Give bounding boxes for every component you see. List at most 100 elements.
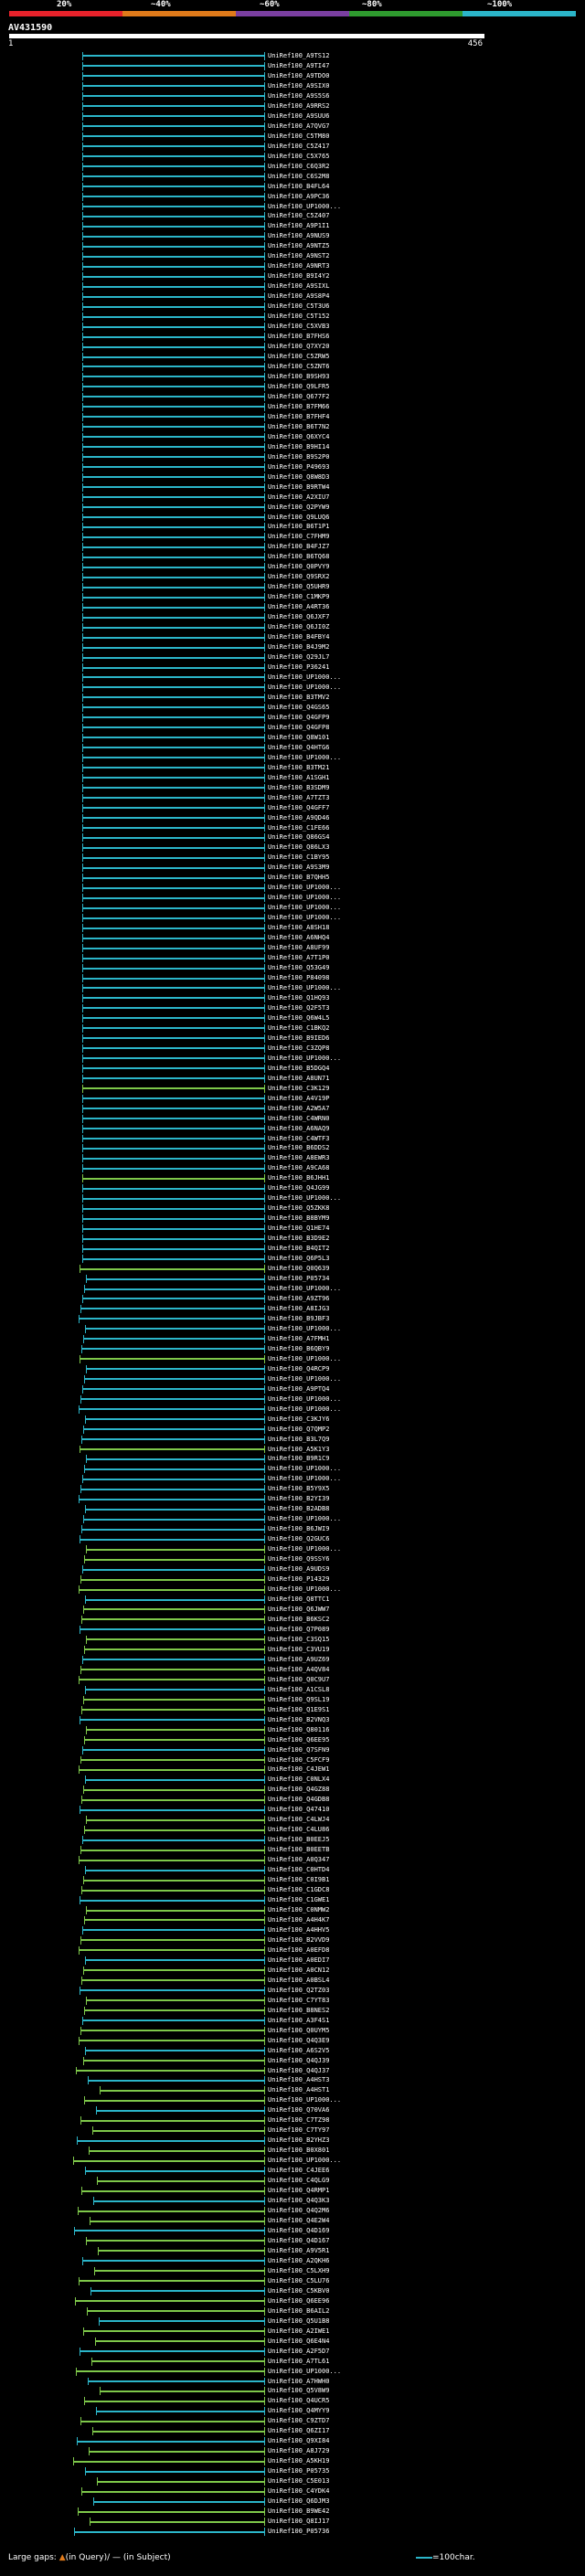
hit-id-link[interactable]: UniRef100_A0EFD8 <box>268 1945 329 1956</box>
hit-id-link[interactable]: UniRef100_Q86GS4 <box>268 832 329 843</box>
alignment-row[interactable]: UniRef100_Q1E9S1 <box>0 1705 585 1715</box>
alignment-row[interactable]: UniRef100_A1CSL8 <box>0 1685 585 1695</box>
alignment-row[interactable]: UniRef100_A9ZT96 <box>0 1294 585 1304</box>
hit-id-link[interactable]: UniRef100_A0Q347 <box>268 1855 329 1865</box>
alignment-row[interactable]: UniRef100_C4LU86 <box>0 1825 585 1835</box>
alignment-row[interactable]: UniRef100_A0EFD8 <box>0 1945 585 1956</box>
alignment-row[interactable]: UniRef100_UP1000... <box>0 903 585 913</box>
hit-id-link[interactable]: UniRef100_UP1000... <box>268 883 341 893</box>
alignment-row[interactable]: UniRef100_P05735 <box>0 2466 585 2476</box>
hit-id-link[interactable]: UniRef100_A5K1Y3 <box>268 1445 329 1455</box>
hit-id-link[interactable]: UniRef100_Q70VA6 <box>268 2105 329 2115</box>
alignment-row[interactable]: UniRef100_C1FE66 <box>0 823 585 833</box>
hit-id-link[interactable]: UniRef100_A9SUU6 <box>268 111 329 122</box>
hit-id-link[interactable]: UniRef100_B3TM21 <box>268 763 329 773</box>
alignment-row[interactable]: UniRef100_C5FCF9 <box>0 1755 585 1765</box>
hit-id-link[interactable]: UniRef100_C4JEW1 <box>268 1765 329 1775</box>
hit-id-link[interactable]: UniRef100_A0BSL4 <box>268 1976 329 1986</box>
hit-id-link[interactable]: UniRef100_A9PC36 <box>268 192 329 202</box>
hit-id-link[interactable]: UniRef100_C5LU76 <box>268 2276 329 2286</box>
hit-id-link[interactable]: UniRef100_C4LU86 <box>268 1825 329 1835</box>
hit-id-link[interactable]: UniRef100_B5Y9X5 <box>268 1484 329 1494</box>
alignment-row[interactable]: UniRef100_B6AIL2 <box>0 2306 585 2316</box>
alignment-row[interactable]: UniRef100_Q6JI0Z <box>0 622 585 632</box>
alignment-row[interactable]: UniRef100_Q8W101 <box>0 733 585 743</box>
alignment-row[interactable]: UniRef100_C5E013 <box>0 2476 585 2486</box>
alignment-row[interactable]: UniRef100_C5Z417 <box>0 142 585 152</box>
hit-id-link[interactable]: UniRef100_Q4JG99 <box>268 1183 329 1193</box>
hit-id-link[interactable]: UniRef100_A9TI47 <box>268 61 329 71</box>
hit-id-link[interactable]: UniRef100_B9SH93 <box>268 372 329 382</box>
hit-id-link[interactable]: UniRef100_A9S8P4 <box>268 292 329 302</box>
alignment-row[interactable]: UniRef100_UP1000... <box>0 1354 585 1364</box>
alignment-row[interactable]: UniRef100_B6QBY9 <box>0 1344 585 1354</box>
hit-id-link[interactable]: UniRef100_A4RT36 <box>268 602 329 612</box>
hit-id-link[interactable]: UniRef100_A9V5R1 <box>268 2246 329 2256</box>
alignment-row[interactable]: UniRef100_A9RRS2 <box>0 101 585 111</box>
alignment-row[interactable]: UniRef100_Q5U1B8 <box>0 2316 585 2327</box>
alignment-row[interactable]: UniRef100_B8BYM9 <box>0 1214 585 1224</box>
hit-id-link[interactable]: UniRef100_A9QD46 <box>268 813 329 823</box>
alignment-row[interactable]: UniRef100_C7TZ98 <box>0 2115 585 2125</box>
hit-id-link[interactable]: UniRef100_Q6XYC4 <box>268 432 329 442</box>
hit-id-link[interactable]: UniRef100_C3ZQP8 <box>268 1044 329 1054</box>
hit-id-link[interactable]: UniRef100_Q8W8D3 <box>268 472 329 482</box>
hit-id-link[interactable]: UniRef100_C4QLG9 <box>268 2176 329 2186</box>
hit-id-link[interactable]: UniRef100_UP1000... <box>268 1544 341 1554</box>
hit-id-link[interactable]: UniRef100_Q4MYY9 <box>268 2406 329 2416</box>
alignment-row[interactable]: UniRef100_A7FMH1 <box>0 1334 585 1344</box>
hit-id-link[interactable]: UniRef100_UP1000... <box>268 913 341 923</box>
hit-id-link[interactable]: UniRef100_Q4GS65 <box>268 703 329 713</box>
hit-id-link[interactable]: UniRef100_A2F5D7 <box>268 2347 329 2357</box>
hit-id-link[interactable]: UniRef100_A9ZT96 <box>268 1294 329 1304</box>
alignment-row[interactable]: UniRef100_P36241 <box>0 663 585 673</box>
alignment-row[interactable]: UniRef100_C5T3U6 <box>0 302 585 312</box>
hit-id-link[interactable]: UniRef100_A6NAQ9 <box>268 1124 329 1134</box>
alignment-row[interactable]: UniRef100_B0EETB <box>0 1845 585 1855</box>
alignment-row[interactable]: UniRef100_B9R1C9 <box>0 1454 585 1464</box>
hit-id-link[interactable]: UniRef100_Q6W4L5 <box>268 1013 329 1023</box>
hit-id-link[interactable]: UniRef100_B7FM66 <box>268 402 329 412</box>
alignment-row[interactable]: UniRef100_Q4MYY9 <box>0 2406 585 2416</box>
alignment-row[interactable]: UniRef100_C5XVB3 <box>0 322 585 332</box>
alignment-row[interactable]: UniRef100_C5ZNT6 <box>0 362 585 372</box>
hit-id-link[interactable]: UniRef100_C3KJY6 <box>268 1415 329 1425</box>
hit-id-link[interactable]: UniRef100_C0I9B1 <box>268 1875 329 1885</box>
alignment-row[interactable]: UniRef100_UP1000... <box>0 1514 585 1524</box>
alignment-row[interactable]: UniRef100_A9NTZ5 <box>0 241 585 251</box>
alignment-row[interactable]: UniRef100_A2XIU7 <box>0 493 585 503</box>
hit-id-link[interactable]: UniRef100_UP1000... <box>268 1374 341 1384</box>
alignment-row[interactable]: UniRef100_Q4QJ39 <box>0 2056 585 2066</box>
alignment-row[interactable]: UniRef100_C5Z407 <box>0 211 585 221</box>
alignment-row[interactable]: UniRef100_A8IJG3 <box>0 1304 585 1314</box>
hit-id-link[interactable]: UniRef100_UP1000... <box>268 683 341 693</box>
hit-id-link[interactable]: UniRef100_A2W5A7 <box>268 1104 329 1114</box>
hit-id-link[interactable]: UniRef100_C4YDK4 <box>268 2486 329 2496</box>
hit-id-link[interactable]: UniRef100_B5DGQ4 <box>268 1064 329 1074</box>
hit-id-link[interactable]: UniRef100_B6T1P1 <box>268 522 329 532</box>
alignment-row[interactable]: UniRef100_Q4Q3E9 <box>0 2036 585 2046</box>
alignment-row[interactable]: UniRef100_A5K1Y3 <box>0 1445 585 1455</box>
hit-id-link[interactable]: UniRef100_B2YI39 <box>268 1494 329 1504</box>
alignment-row[interactable]: UniRef100_Q9LFR5 <box>0 382 585 392</box>
alignment-row[interactable]: UniRef100_Q4Q3K3 <box>0 2196 585 2206</box>
hit-id-link[interactable]: UniRef100_Q0PVY9 <box>268 562 329 572</box>
alignment-row[interactable]: UniRef100_Q4RCP9 <box>0 1364 585 1374</box>
hit-id-link[interactable]: UniRef100_Q8IJ17 <box>268 2517 329 2527</box>
alignment-row[interactable]: UniRef100_B7FM66 <box>0 402 585 412</box>
alignment-row[interactable]: UniRef100_B9IED6 <box>0 1034 585 1044</box>
alignment-row[interactable]: UniRef100_UP1000... <box>0 1394 585 1405</box>
hit-id-link[interactable]: UniRef100_A6NHQ4 <box>268 933 329 943</box>
alignment-row[interactable]: UniRef100_Q6EE95 <box>0 1735 585 1745</box>
hit-id-link[interactable]: UniRef100_A3F4S1 <box>268 2016 329 2026</box>
alignment-row[interactable]: UniRef100_A0EDI7 <box>0 1956 585 1966</box>
hit-id-link[interactable]: UniRef100_Q0C9U7 <box>268 1675 329 1685</box>
alignment-row[interactable]: UniRef100_A7QVG7 <box>0 122 585 132</box>
alignment-row[interactable]: UniRef100_A8J729 <box>0 2446 585 2456</box>
hit-id-link[interactable]: UniRef100_C1GWE1 <box>268 1895 329 1905</box>
hit-id-link[interactable]: UniRef100_A8IJG3 <box>268 1304 329 1314</box>
hit-id-link[interactable]: UniRef100_A8UN71 <box>268 1074 329 1084</box>
alignment-row[interactable]: UniRef100_C1BKQ2 <box>0 1023 585 1034</box>
hit-id-link[interactable]: UniRef100_P49693 <box>268 462 329 472</box>
hit-id-link[interactable]: UniRef100_Q4D169 <box>268 2226 329 2236</box>
